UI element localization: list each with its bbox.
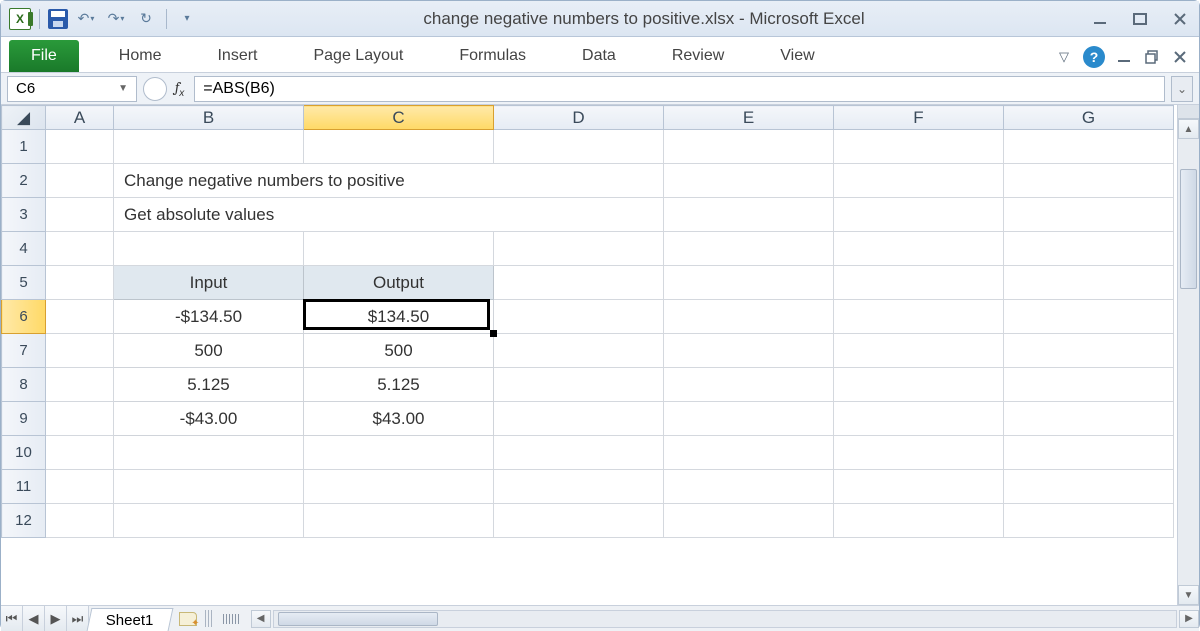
excel-app-icon[interactable]: X (9, 8, 31, 30)
cell-B6[interactable]: -$134.50 (114, 300, 304, 334)
name-box-value: C6 (16, 80, 35, 97)
col-header-C[interactable]: C (304, 106, 494, 130)
close-button[interactable] (1169, 8, 1191, 30)
row-header-7[interactable]: 7 (2, 334, 46, 368)
refresh-button[interactable]: ↻ (134, 7, 158, 31)
tab-scroll-grip[interactable] (217, 606, 245, 631)
table-header-output[interactable]: Output (304, 266, 494, 300)
cell-C9[interactable]: $43.00 (304, 402, 494, 436)
next-sheet-button[interactable]: ▶ (45, 606, 67, 631)
col-header-F[interactable]: F (834, 106, 1004, 130)
horizontal-scroll-thumb[interactable] (278, 612, 438, 626)
spreadsheet-grid[interactable]: ◢ A B C D E F G 1 2 Change negative numbe… (1, 105, 1174, 538)
cancel-formula-button[interactable] (143, 77, 167, 101)
tab-insert[interactable]: Insert (197, 40, 277, 72)
title-bar: X ↶▾ ↷▾ ↻ ▾ change negative numbers to p… (1, 1, 1199, 37)
redo-button[interactable]: ↷▾ (104, 7, 128, 31)
scroll-right-button[interactable]: ▶ (1179, 610, 1199, 628)
last-sheet-button[interactable]: ⏭ (67, 606, 89, 631)
col-header-B[interactable]: B (114, 106, 304, 130)
row-header-8[interactable]: 8 (2, 368, 46, 402)
formula-bar: C6 ▼ fx =ABS(B6) ⌄ (1, 73, 1199, 105)
first-sheet-button[interactable]: ⏮ (1, 606, 23, 631)
sheet-tab-label: Sheet1 (106, 612, 154, 629)
maximize-button[interactable] (1129, 8, 1151, 30)
minimize-button[interactable] (1089, 8, 1111, 30)
new-sheet-icon (179, 612, 197, 626)
tab-view[interactable]: View (760, 40, 834, 72)
new-sheet-button[interactable] (175, 606, 201, 631)
scroll-up-button[interactable]: ▲ (1178, 119, 1199, 139)
row-header-3[interactable]: 3 (2, 198, 46, 232)
col-header-G[interactable]: G (1004, 106, 1174, 130)
cell-C7[interactable]: 500 (304, 334, 494, 368)
workbook-close-button[interactable] (1171, 48, 1189, 66)
cell-B7[interactable]: 500 (114, 334, 304, 368)
sheet-tab-sheet1[interactable]: Sheet1 (87, 608, 173, 631)
col-header-E[interactable]: E (664, 106, 834, 130)
row-header-12[interactable]: 12 (2, 504, 46, 538)
tab-data[interactable]: Data (562, 40, 636, 72)
scroll-left-button[interactable]: ◀ (251, 610, 271, 628)
quick-access-toolbar: X ↶▾ ↷▾ ↻ ▾ (9, 7, 199, 31)
window-controls (1089, 8, 1191, 30)
formula-text: =ABS(B6) (203, 80, 275, 98)
tab-home[interactable]: Home (99, 40, 182, 72)
row-header-9[interactable]: 9 (2, 402, 46, 436)
row-header-11[interactable]: 11 (2, 470, 46, 504)
prev-sheet-button[interactable]: ◀ (23, 606, 45, 631)
vertical-split-handle[interactable] (1178, 105, 1199, 119)
save-icon[interactable] (48, 9, 68, 29)
horizontal-scrollbar[interactable]: ◀ ▶ (251, 606, 1199, 631)
workbook-restore-button[interactable] (1143, 48, 1161, 66)
help-icon[interactable]: ? (1083, 46, 1105, 68)
cell-title[interactable]: Change negative numbers to positive (114, 164, 664, 198)
ribbon-tabs: File Home Insert Page Layout Formulas Da… (1, 37, 1199, 73)
row-header-6[interactable]: 6 (2, 300, 46, 334)
tab-review[interactable]: Review (652, 40, 744, 72)
select-all-corner[interactable]: ◢ (2, 106, 46, 130)
ribbon-minimize-icon[interactable]: ▽ (1055, 48, 1073, 66)
formula-bar-expand-button[interactable]: ⌄ (1171, 76, 1193, 102)
row-header-1[interactable]: 1 (2, 130, 46, 164)
row-header-4[interactable]: 4 (2, 232, 46, 266)
undo-button[interactable]: ↶▾ (74, 7, 98, 31)
qat-separator (39, 9, 40, 29)
sheet-tab-bar: ⏮ ◀ ▶ ⏭ Sheet1 ◀ ▶ (1, 605, 1199, 631)
fx-icon[interactable]: fx (175, 78, 184, 99)
vertical-scroll-thumb[interactable] (1180, 169, 1197, 289)
table-header-input[interactable]: Input (114, 266, 304, 300)
workbook-minimize-button[interactable] (1115, 48, 1133, 66)
cell-B8[interactable]: 5.125 (114, 368, 304, 402)
name-box-dropdown-icon[interactable]: ▼ (118, 83, 128, 94)
col-header-A[interactable]: A (46, 106, 114, 130)
horizontal-scroll-track[interactable] (273, 610, 1177, 628)
row-header-2[interactable]: 2 (2, 164, 46, 198)
cell-C8[interactable]: 5.125 (304, 368, 494, 402)
qat-customize-button[interactable]: ▾ (175, 7, 199, 31)
formula-input[interactable]: =ABS(B6) (194, 76, 1165, 102)
file-tab[interactable]: File (9, 40, 79, 72)
row-header-10[interactable]: 10 (2, 436, 46, 470)
cell-subtitle[interactable]: Get absolute values (114, 198, 664, 232)
worksheet-area: ◢ A B C D E F G 1 2 Change negative numbe… (1, 105, 1199, 605)
vertical-scroll-track[interactable] (1178, 139, 1199, 585)
cell-B9[interactable]: -$43.00 (114, 402, 304, 436)
name-box[interactable]: C6 ▼ (7, 76, 137, 102)
qat-separator (166, 9, 167, 29)
row-header-5[interactable]: 5 (2, 266, 46, 300)
tab-page-layout[interactable]: Page Layout (293, 40, 423, 72)
cell-C6[interactable]: $134.50 (304, 300, 494, 334)
cell (46, 130, 114, 164)
vertical-scrollbar[interactable]: ▲ ▼ (1177, 105, 1199, 605)
window-title: change negative numbers to positive.xlsx… (199, 9, 1089, 29)
tab-split-handle[interactable] (205, 610, 213, 627)
tab-formulas[interactable]: Formulas (439, 40, 546, 72)
col-header-D[interactable]: D (494, 106, 664, 130)
scroll-down-button[interactable]: ▼ (1178, 585, 1199, 605)
